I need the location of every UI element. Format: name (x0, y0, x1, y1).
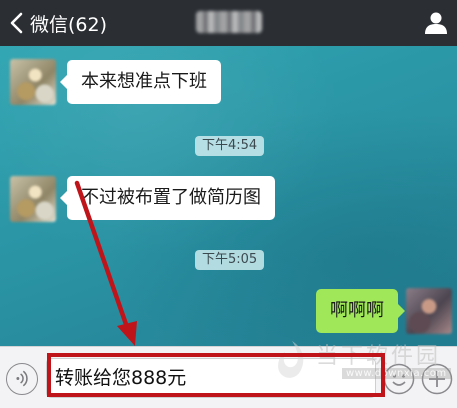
back-button[interactable]: 微信(62) (6, 9, 107, 37)
message-bubble-sent[interactable]: 啊啊啊 (316, 289, 405, 333)
voice-wave-icon (16, 370, 28, 387)
back-label: 微信(62) (30, 13, 108, 36)
contact-avatar[interactable] (10, 59, 56, 105)
message-bubble-received[interactable]: 本来想准点下班 (60, 60, 221, 104)
user-avatar[interactable] (406, 288, 452, 334)
timestamp: 下午5:05 (195, 250, 265, 270)
message-text: 不过被布置了做简历图 (81, 187, 261, 208)
contact-avatar[interactable] (10, 176, 56, 222)
chat-title-blurred (196, 11, 262, 33)
voice-button[interactable] (6, 363, 38, 395)
message-text: 本来想准点下班 (81, 71, 207, 92)
person-icon[interactable] (423, 10, 449, 36)
message-text: 啊啊啊 (330, 300, 384, 321)
timestamp: 下午4:54 (195, 136, 265, 156)
message-bubble-received[interactable]: 不过被布置了做简历图 (60, 176, 275, 220)
chevron-left-icon (10, 12, 23, 34)
annotation-highlight-box (47, 353, 385, 397)
navbar: 微信(62) (0, 0, 457, 46)
chat-area[interactable]: 本来想准点下班 下午4:54 不过被布置了做简历图 下午5:05 啊啊啊 (0, 46, 457, 346)
